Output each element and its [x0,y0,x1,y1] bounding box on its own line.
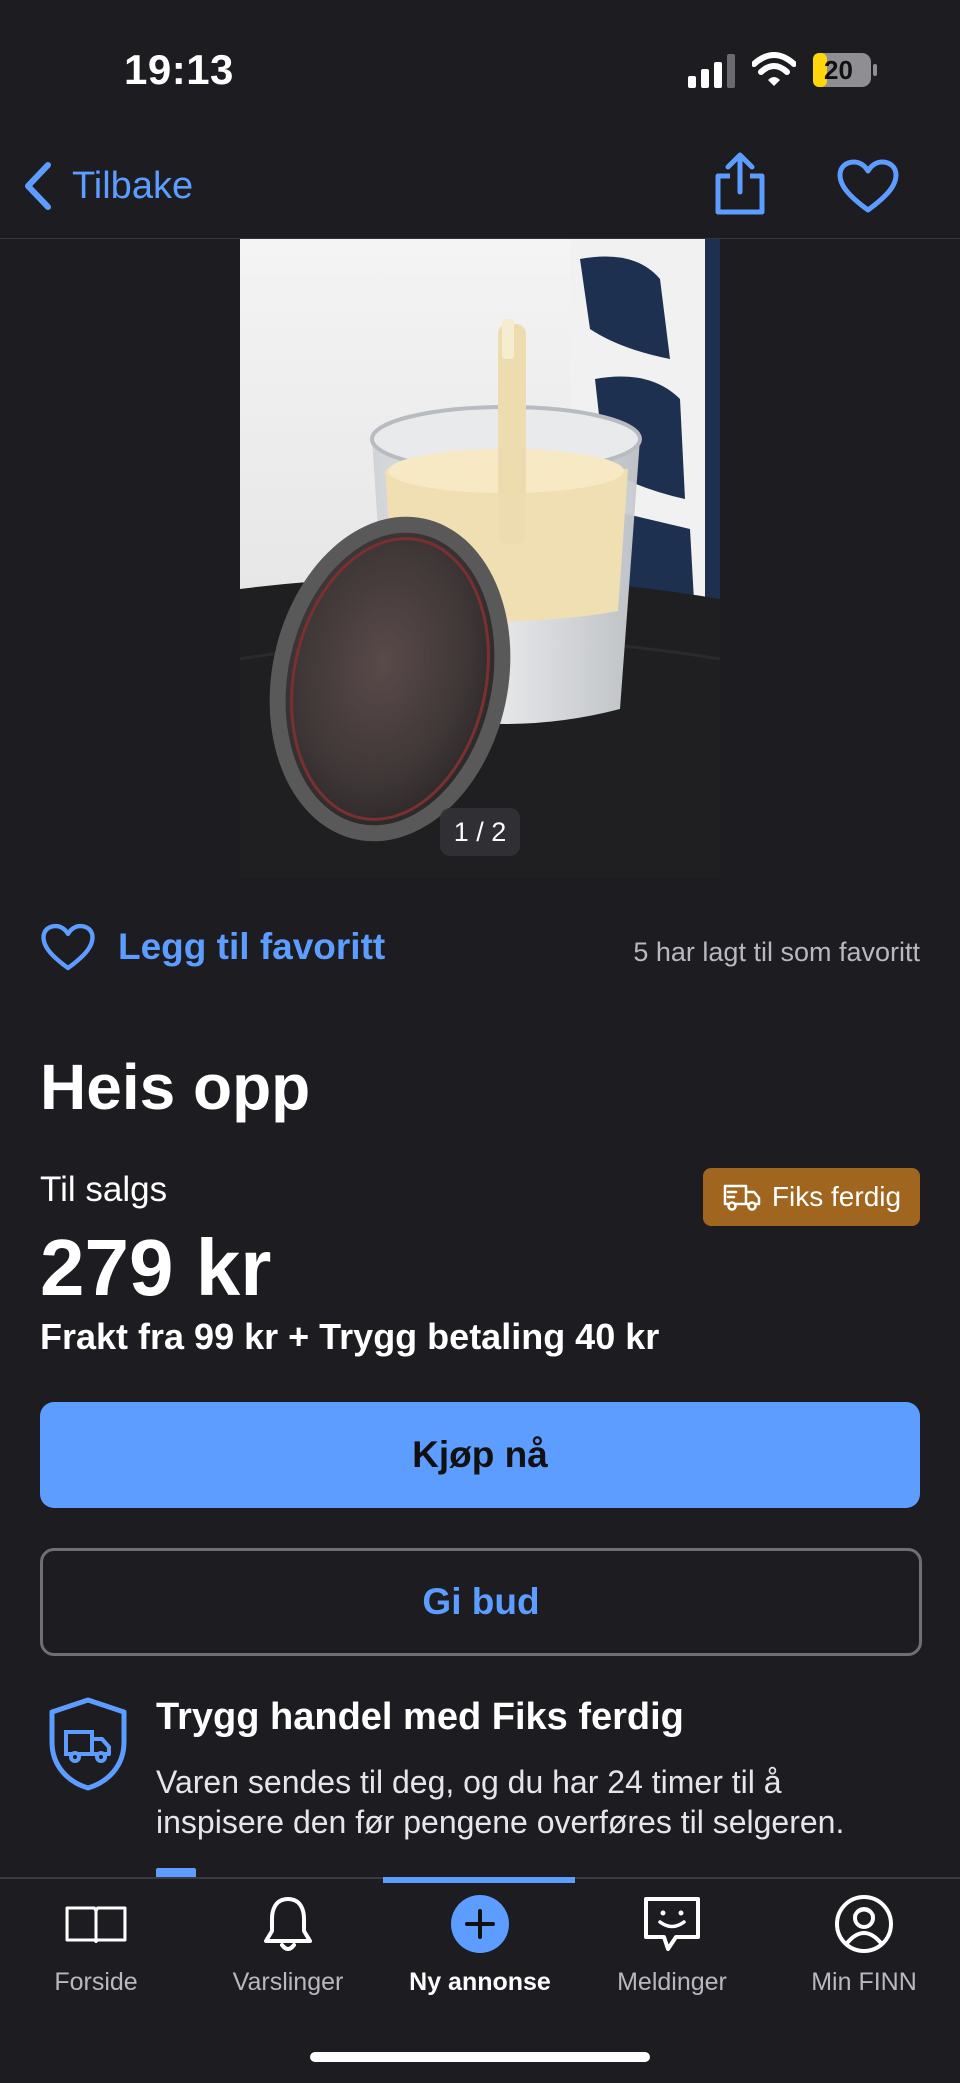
tab-label: Ny annonse [409,1968,551,1996]
listing-status: Til salgs [40,1170,168,1209]
safe-trade-description: Varen sendes til deg, og du har 24 timer… [156,1764,845,1840]
make-offer-button[interactable]: Gi bud [40,1548,922,1656]
cellular-signal-icon [688,54,735,88]
bell-icon [256,1892,320,1956]
badge-label: Fiks ferdig [771,1181,902,1212]
tab-meldinger[interactable]: Meldinger [576,1892,768,1997]
shipping-info: Frakt fra 99 kr + Trygg betaling 40 kr [40,1316,660,1357]
listing-price: 279 kr [40,1223,272,1312]
shield-truck-icon [49,1697,127,1791]
fiks-ferdig-badge: Fiks ferdig [703,1168,920,1226]
delivery-truck-icon [723,1184,761,1211]
chat-icon [640,1892,704,1956]
status-time: 19:13 [124,46,234,93]
tab-label: Meldinger [617,1968,727,1996]
plus-icon [448,1892,512,1956]
back-button[interactable]: Tilbake [22,158,193,214]
profile-icon [832,1892,896,1956]
share-icon[interactable] [710,152,770,216]
image-pager: 1 / 2 [440,808,520,856]
tab-forside[interactable]: Forside [0,1892,192,1997]
buy-now-button[interactable]: Kjøp nå [40,1402,920,1508]
wifi-icon [752,52,796,86]
tab-label: Min FINN [811,1968,917,1996]
battery-level: 20 [824,55,853,85]
heart-icon [41,923,95,971]
favorite-count: 5 har lagt til som favoritt [633,937,920,967]
listing-title: Heis opp [40,1051,311,1123]
tab-label: Forside [54,1968,138,1996]
add-favorite-button[interactable]: Legg til favoritt [40,922,385,972]
tab-label: Varslinger [232,1968,344,1996]
tab-ny-annonse[interactable]: Ny annonse [384,1892,576,1997]
active-tab-indicator [383,1877,575,1883]
product-image[interactable] [240,239,720,878]
add-favorite-label: Legg til favoritt [118,926,386,967]
home-indicator [310,2052,650,2062]
tab-varslinger[interactable]: Varslinger [192,1892,384,1997]
back-label: Tilbake [72,164,194,207]
safe-trade-title: Trygg handel med Fiks ferdig [156,1696,684,1738]
battery-indicator: 20 [812,52,878,88]
tab-min-finn[interactable]: Min FINN [768,1892,960,1997]
favorite-heart-icon[interactable] [836,158,900,214]
product-photo [240,239,720,878]
chevron-left-icon [25,162,51,210]
book-icon [64,1892,128,1956]
